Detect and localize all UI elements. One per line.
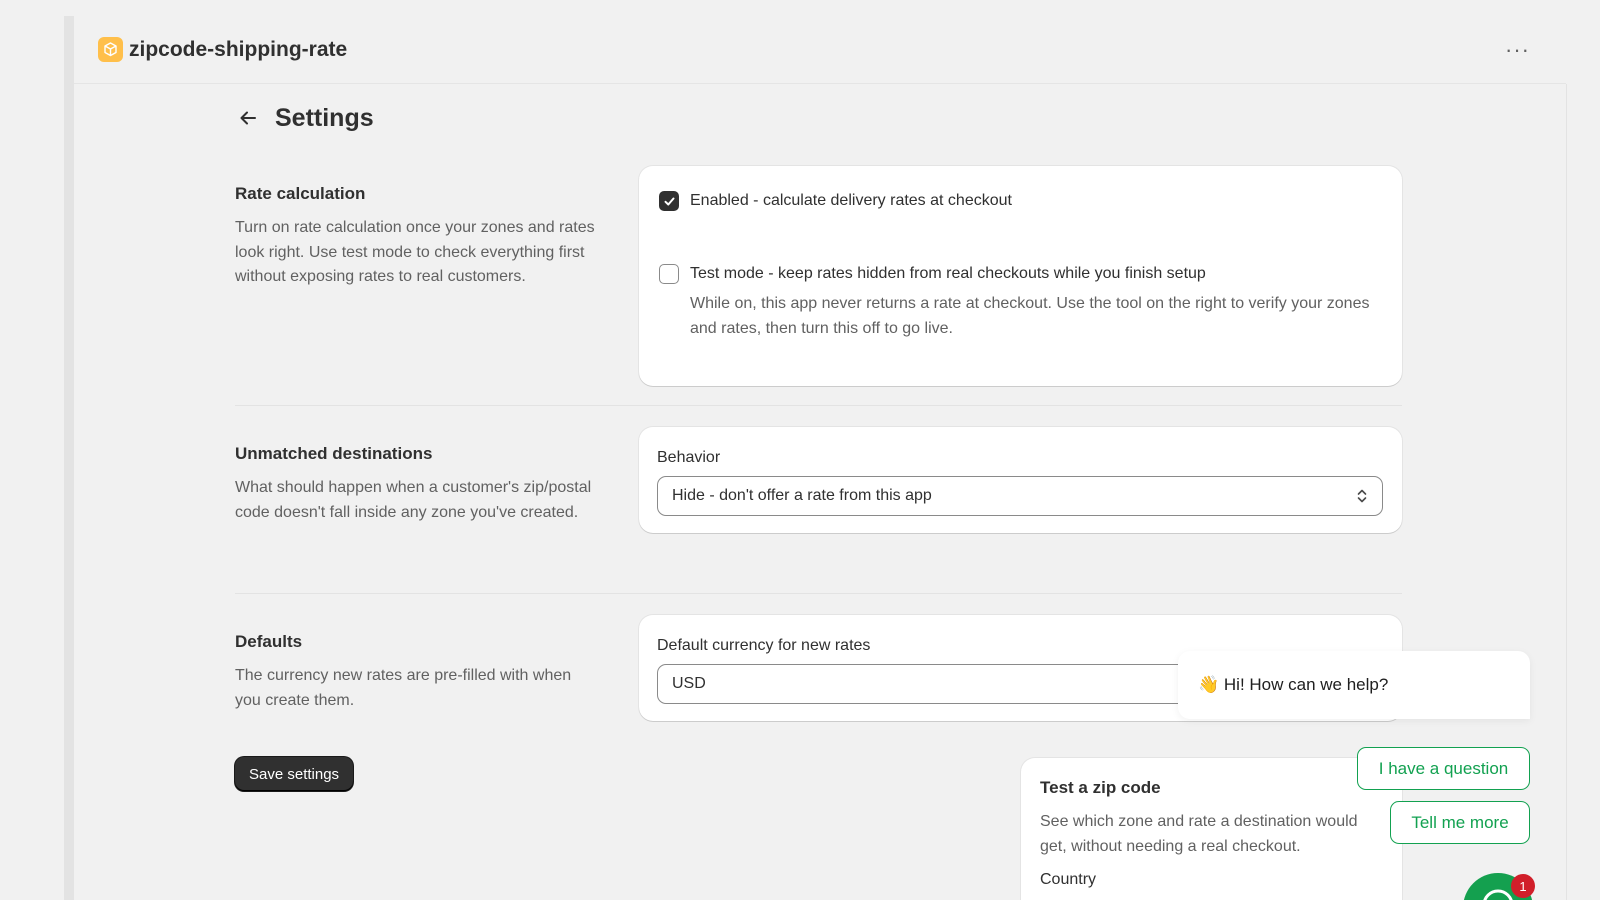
app-header: zipcode-shipping-rate ··· xyxy=(74,16,1566,84)
enabled-label: Enabled - calculate delivery rates at ch… xyxy=(690,192,1012,209)
chat-tell-more-button[interactable]: Tell me more xyxy=(1390,801,1530,844)
section-divider xyxy=(235,593,1402,594)
currency-value: USD xyxy=(672,675,706,692)
chat-notification-badge: 1 xyxy=(1511,874,1535,898)
enabled-checkbox[interactable] xyxy=(659,191,679,211)
section-info: Unmatched destinations What should happe… xyxy=(235,444,595,525)
behavior-label: Behavior xyxy=(657,449,721,466)
left-rail xyxy=(0,0,64,900)
behavior-selected-value: Hide - don't offer a rate from this app xyxy=(672,487,932,504)
test-mode-option[interactable]: Test mode - keep rates hidden from real … xyxy=(659,264,1382,341)
chat-question-button[interactable]: I have a question xyxy=(1357,747,1530,790)
brand: zipcode-shipping-rate xyxy=(98,37,347,62)
section-description: What should happen when a customer's zip… xyxy=(235,479,592,521)
rate-calculation-card: Enabled - calculate delivery rates at ch… xyxy=(639,166,1402,386)
frame-border-right xyxy=(1566,84,1567,900)
test-mode-help: While on, this app never returns a rate … xyxy=(690,295,1370,337)
behavior-select[interactable]: Hide - don't offer a rate from this app xyxy=(657,476,1383,516)
checkmark-icon xyxy=(664,197,674,205)
save-settings-button[interactable]: Save settings xyxy=(235,757,354,791)
section-description: Turn on rate calculation once your zones… xyxy=(235,219,595,285)
test-mode-checkbox[interactable] xyxy=(659,264,679,284)
section-info: Rate calculation Turn on rate calculatio… xyxy=(235,184,595,290)
section-heading: Defaults xyxy=(235,632,303,651)
section-info: Defaults The currency new rates are pre-… xyxy=(235,632,595,713)
test-mode-label: Test mode - keep rates hidden from real … xyxy=(690,265,1206,282)
frame-border xyxy=(64,16,74,900)
test-zip-title: Test a zip code xyxy=(1040,778,1161,797)
more-actions-icon[interactable]: ··· xyxy=(1505,38,1530,61)
test-mode-text: Test mode - keep rates hidden from real … xyxy=(690,264,1382,341)
country-label: Country xyxy=(1040,871,1097,888)
chat-greeting-bubble[interactable]: 👋 Hi! How can we help? xyxy=(1178,651,1530,719)
back-arrow-icon[interactable] xyxy=(235,105,261,131)
page-title: Settings xyxy=(275,103,374,132)
page-header: Settings xyxy=(235,100,1402,136)
settings-page: Settings Rate calculation Turn on rate c… xyxy=(235,100,1402,791)
section-heading: Rate calculation xyxy=(235,184,366,203)
section-heading: Unmatched destinations xyxy=(235,444,433,463)
unmatched-card: Behavior Hide - don't offer a rate from … xyxy=(639,427,1402,533)
app-title: zipcode-shipping-rate xyxy=(129,37,348,61)
enabled-option[interactable]: Enabled - calculate delivery rates at ch… xyxy=(659,191,1382,211)
app-logo-icon xyxy=(98,37,123,62)
test-zip-card: Test a zip code See which zone and rate … xyxy=(1021,758,1402,900)
select-chevron-icon xyxy=(1357,489,1367,503)
section-divider xyxy=(235,405,1402,406)
section-description: The currency new rates are pre-filled wi… xyxy=(235,667,572,709)
test-zip-description: See which zone and rate a destination wo… xyxy=(1040,813,1358,855)
